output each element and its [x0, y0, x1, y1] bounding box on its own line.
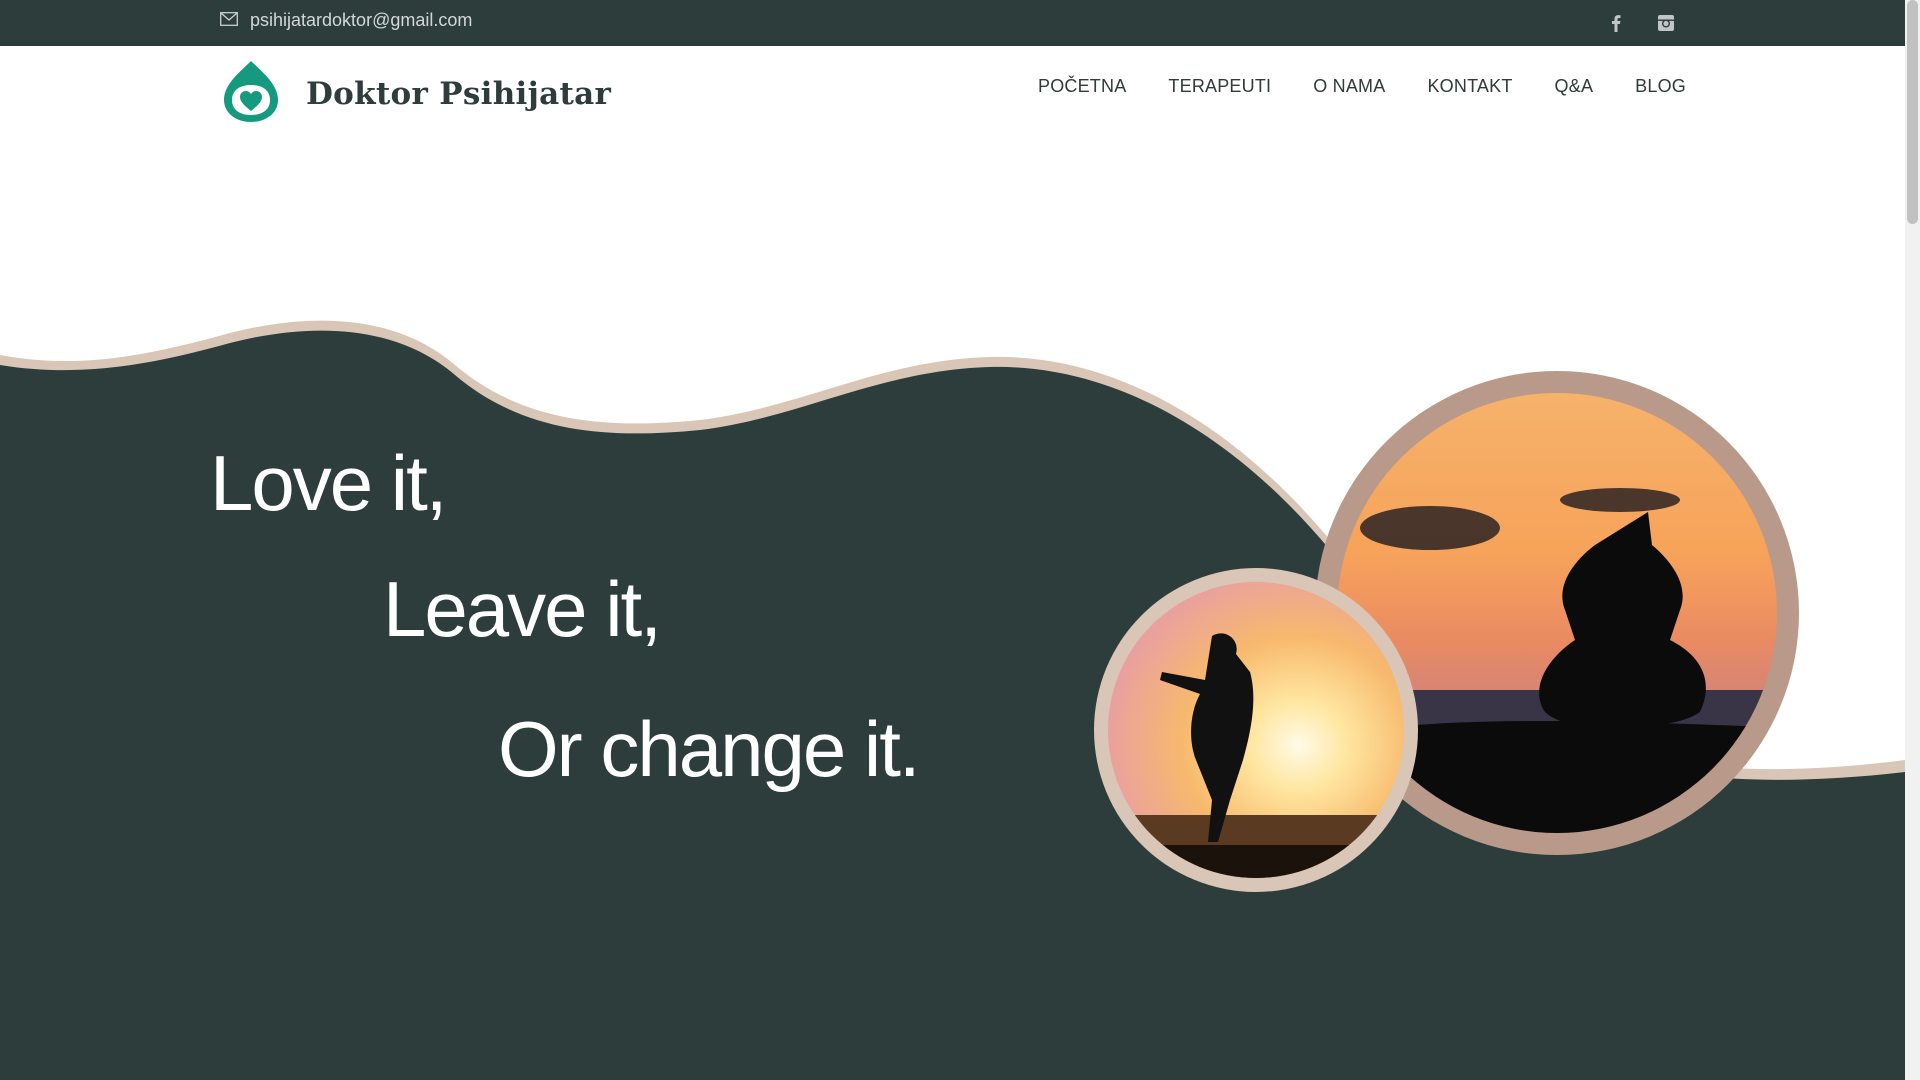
- facebook-icon[interactable]: [1605, 12, 1627, 34]
- hero-background: [0, 320, 1905, 1080]
- nav-item-o-nama[interactable]: O NAMA: [1313, 76, 1385, 97]
- main-nav: POČETNA TERAPEUTI O NAMA KONTAKT Q&A BLO…: [1038, 76, 1686, 97]
- hero-line-1: Love it,: [210, 439, 447, 527]
- email-text: psihijatardoktor@gmail.com: [250, 10, 473, 30]
- page-scrollbar[interactable]: [1905, 0, 1920, 1080]
- brand-name: Doktor Psihijatar: [306, 75, 612, 112]
- brand-logo[interactable]: Doktor Psihijatar: [218, 58, 611, 129]
- instagram-icon[interactable]: [1655, 12, 1677, 34]
- contact-email[interactable]: psihijatardoktor@gmail.com: [220, 10, 472, 31]
- scrollbar-thumb[interactable]: [1907, 0, 1918, 224]
- heart-drop-logo-icon: [218, 58, 284, 129]
- nav-item-kontakt[interactable]: KONTAKT: [1427, 76, 1512, 97]
- nav-item-blog[interactable]: BLOG: [1635, 76, 1686, 97]
- nav-item-pocetna[interactable]: POČETNA: [1038, 76, 1126, 97]
- nav-item-terapeuti[interactable]: TERAPEUTI: [1168, 76, 1271, 97]
- top-bar: psihijatardoktor@gmail.com: [0, 0, 1905, 46]
- envelope-icon: [220, 10, 238, 31]
- site-header: Doktor Psihijatar POČETNA TERAPEUTI O NA…: [0, 46, 1905, 138]
- nav-item-qa[interactable]: Q&A: [1555, 76, 1594, 97]
- social-links: [1605, 12, 1677, 34]
- hero-line-3: Or change it.: [498, 705, 921, 793]
- hero-line-2: Leave it,: [383, 565, 662, 653]
